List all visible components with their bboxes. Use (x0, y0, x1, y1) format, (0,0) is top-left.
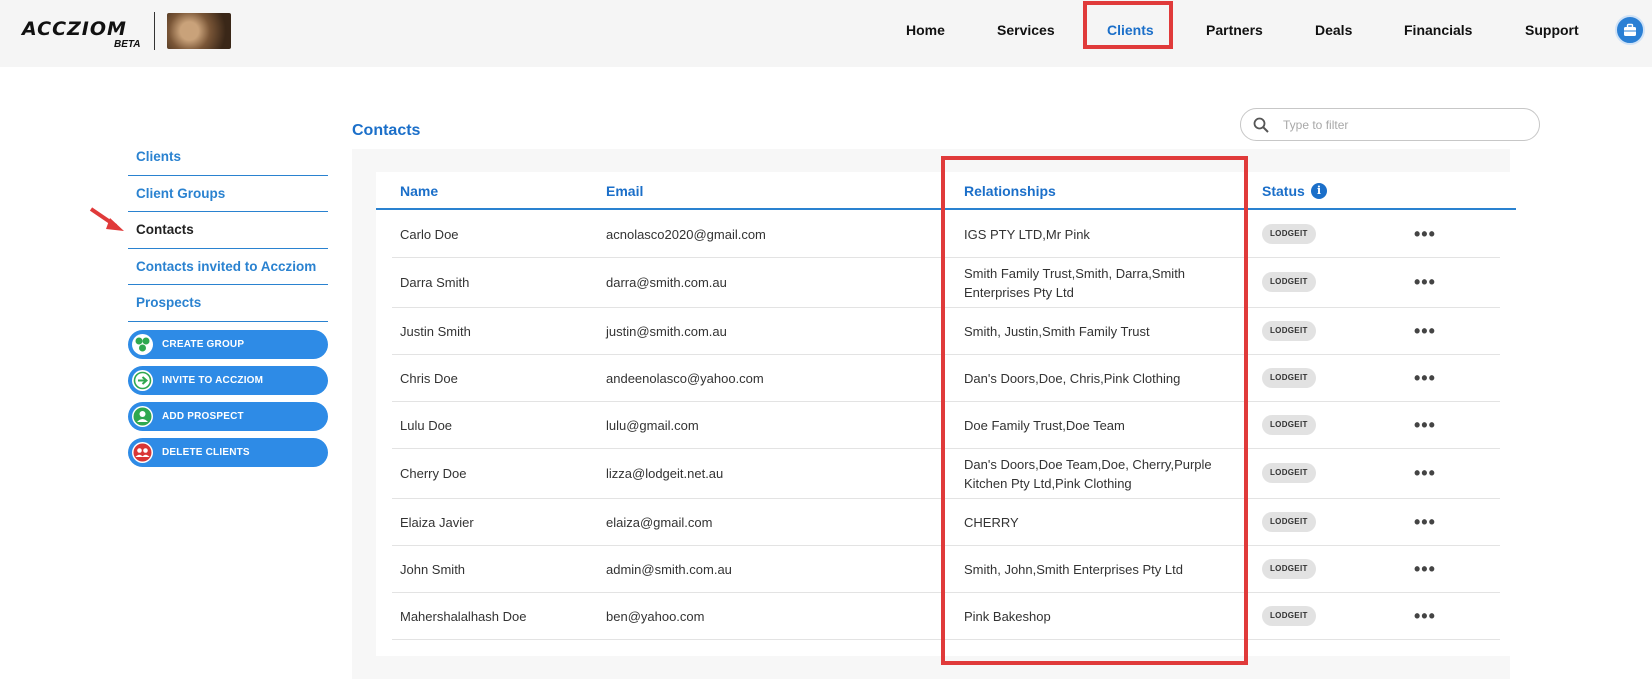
contact-email: lizza@lodgeit.net.au (606, 466, 724, 481)
status-badge: LODGEIT (1262, 272, 1316, 292)
column-header-name[interactable]: Name (400, 183, 438, 199)
column-header-status[interactable]: Status (1262, 183, 1305, 199)
contact-email: andeenolasco@yahoo.com (606, 371, 764, 386)
nav-support[interactable]: Support (1525, 22, 1579, 38)
contact-name: Darra Smith (400, 275, 470, 290)
page-title: Contacts (352, 122, 421, 139)
invite-to-accziom-button[interactable]: INVITE TO ACCZIOM (128, 366, 328, 395)
sidebar-item-contacts-invited[interactable]: Contacts invited to Accziom (128, 259, 328, 274)
delete-clients-label: DELETE CLIENTS (162, 447, 250, 458)
group-icon (132, 334, 153, 355)
more-options-icon[interactable]: ••• (1414, 513, 1436, 531)
contact-name: Mahershalalhash Doe (400, 609, 527, 624)
contact-name: Carlo Doe (400, 227, 459, 242)
status-badge: LODGEIT (1262, 224, 1316, 244)
nav-deals[interactable]: Deals (1315, 22, 1352, 38)
brand-name: ACCZIOM (22, 18, 127, 40)
add-prospect-button[interactable]: ADD PROSPECT (128, 402, 328, 431)
more-options-icon[interactable]: ••• (1414, 464, 1436, 482)
sidebar-divider (128, 248, 328, 249)
status-info-icon[interactable]: i (1311, 183, 1327, 199)
nav-home[interactable]: Home (906, 22, 945, 38)
nav-financials[interactable]: Financials (1404, 22, 1472, 38)
contact-name: Justin Smith (400, 324, 471, 339)
status-badge: LODGEIT (1262, 559, 1316, 579)
arrow-right-icon (132, 370, 153, 391)
sidebar-item-client-groups[interactable]: Client Groups (128, 186, 328, 201)
create-group-button[interactable]: CREATE GROUP (128, 330, 328, 359)
create-group-label: CREATE GROUP (162, 339, 245, 350)
people-icon (132, 442, 153, 463)
filter-box[interactable] (1240, 108, 1540, 141)
contact-name: Elaiza Javier (400, 515, 474, 530)
partner-logo-image (167, 13, 231, 49)
status-badge: LODGEIT (1262, 463, 1316, 483)
contact-email: acnolasco2020@gmail.com (606, 227, 766, 242)
person-icon (132, 406, 153, 427)
logo-divider (154, 12, 155, 50)
status-badge: LODGEIT (1262, 321, 1316, 341)
sidebar-divider (128, 175, 328, 176)
filter-input[interactable] (1283, 115, 1523, 135)
briefcase-icon[interactable] (1615, 15, 1645, 45)
contact-name: Chris Doe (400, 371, 458, 386)
sidebar-divider (128, 284, 328, 285)
clients-highlight-box (1083, 1, 1173, 49)
beta-label: BETA (114, 39, 141, 50)
sidebar-item-clients[interactable]: Clients (128, 149, 328, 164)
contact-email: lulu@gmail.com (606, 418, 699, 433)
sidebar-divider (128, 211, 328, 212)
relationships-highlight-box (941, 156, 1248, 665)
contact-email: ben@yahoo.com (606, 609, 705, 624)
accziom-logo[interactable]: ACCZIOM BETA (22, 18, 140, 50)
add-prospect-label: ADD PROSPECT (162, 411, 244, 422)
more-options-icon[interactable]: ••• (1414, 369, 1436, 387)
status-badge: LODGEIT (1262, 606, 1316, 626)
contact-name: John Smith (400, 562, 466, 577)
contact-email: justin@smith.com.au (606, 324, 727, 339)
status-badge: LODGEIT (1262, 512, 1316, 532)
invite-label: INVITE TO ACCZIOM (162, 375, 264, 386)
status-badge: LODGEIT (1262, 368, 1316, 388)
contact-email: admin@smith.com.au (606, 562, 732, 577)
contact-email: elaiza@gmail.com (606, 515, 713, 530)
more-options-icon[interactable]: ••• (1414, 322, 1436, 340)
sidebar-divider (128, 321, 328, 322)
sidebar-item-prospects[interactable]: Prospects (128, 295, 328, 310)
red-arrow-icon (89, 207, 124, 231)
nav-partners[interactable]: Partners (1206, 22, 1263, 38)
more-options-icon[interactable]: ••• (1414, 273, 1436, 291)
sidebar-item-contacts[interactable]: Contacts (128, 222, 328, 237)
more-options-icon[interactable]: ••• (1414, 416, 1436, 434)
contact-name: Cherry Doe (400, 466, 467, 481)
top-bar: ACCZIOM BETA Home Services Clients Partn… (0, 0, 1652, 67)
more-options-icon[interactable]: ••• (1414, 560, 1436, 578)
column-header-email[interactable]: Email (606, 183, 643, 199)
nav-services[interactable]: Services (997, 22, 1055, 38)
status-badge: LODGEIT (1262, 415, 1316, 435)
more-options-icon[interactable]: ••• (1414, 225, 1436, 243)
delete-clients-button[interactable]: DELETE CLIENTS (128, 438, 328, 467)
contact-name: Lulu Doe (400, 418, 453, 433)
contact-email: darra@smith.com.au (606, 275, 727, 290)
search-icon (1253, 117, 1269, 133)
more-options-icon[interactable]: ••• (1414, 607, 1436, 625)
